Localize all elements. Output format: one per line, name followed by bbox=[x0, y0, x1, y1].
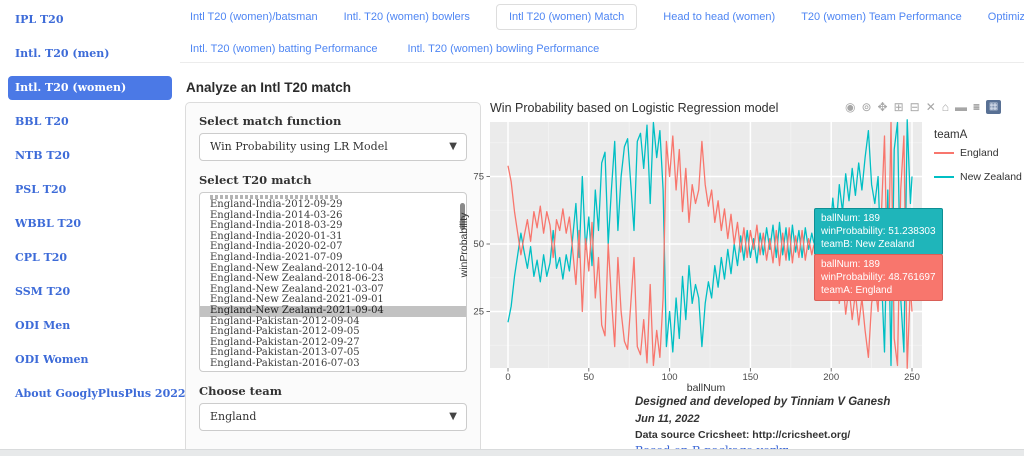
zoom-icon[interactable]: ⊚ bbox=[861, 100, 871, 114]
chart-title: Win Probability based on Logistic Regres… bbox=[490, 101, 778, 115]
x-tick-label: 250 bbox=[904, 372, 920, 383]
y-tick-label: 75 bbox=[473, 172, 484, 183]
plotly-toolbar: ◉ ⊚ ✥ ⊞ ⊟ ✕ ⌂ ▬ ≡ ▦ bbox=[845, 100, 1001, 114]
x-tick-label: 0 bbox=[505, 372, 510, 383]
tab-intl-t20-women-match[interactable]: Intl T20 (women) Match bbox=[496, 4, 637, 30]
x-tick-label: 150 bbox=[742, 372, 758, 383]
controls-panel: Select match function Win Probability us… bbox=[185, 102, 481, 456]
match-option[interactable]: England-Pakistan-2016-07-03 bbox=[200, 359, 466, 370]
sidebar-item-intl-t20-men-[interactable]: Intl. T20 (men) bbox=[8, 42, 172, 66]
x-tick-label: 50 bbox=[584, 372, 595, 383]
data-source-line: Data source Cricsheet: http://cricsheet.… bbox=[635, 429, 850, 441]
credit-line: Designed and developed by Tinniam V Gane… bbox=[635, 396, 890, 408]
tab-intl-t20-women-batting-performance[interactable]: Intl. T20 (women) batting Performance bbox=[190, 37, 378, 61]
match-option[interactable]: England-New Zealand-2021-09-04 bbox=[200, 306, 466, 317]
sidebar-item-cpl-t20[interactable]: CPL T20 bbox=[8, 246, 172, 270]
tooltip-winprob: winProbability: 48.761697 bbox=[821, 271, 936, 284]
team-select[interactable]: England ▼ bbox=[199, 403, 467, 431]
zoom-in-icon[interactable]: ⊞ bbox=[894, 100, 904, 114]
tabs-divider bbox=[180, 62, 1024, 63]
sidebar-item-ntb-t20[interactable]: NTB T20 bbox=[8, 144, 172, 168]
match-listbox[interactable]: England-India-2012-09-29 England-India-20… bbox=[199, 192, 467, 372]
x-tick-label: 100 bbox=[662, 372, 678, 383]
bottom-strip bbox=[0, 449, 1024, 456]
hover-tooltip-team-a: ballNum: 189 winProbability: 48.761697 t… bbox=[814, 254, 943, 301]
sidebar-item-ipl-t20[interactable]: IPL T20 bbox=[8, 8, 172, 32]
y-axis-label: winProbability bbox=[458, 212, 470, 279]
reset-axes-icon[interactable]: ⌂ bbox=[942, 100, 949, 114]
match-option[interactable]: England-India-2021-07-09 bbox=[200, 253, 466, 264]
x-tick-label: 200 bbox=[823, 372, 839, 383]
team-label: Choose team bbox=[199, 384, 467, 398]
legend-label: England bbox=[960, 147, 999, 159]
chevron-down-icon: ▼ bbox=[449, 404, 457, 430]
sidebar-item-wbbl-t20[interactable]: WBBL T20 bbox=[8, 212, 172, 236]
tooltip-ballnum: ballNum: 189 bbox=[821, 258, 936, 271]
y-tick-label: 50 bbox=[473, 239, 484, 250]
sidebar-nav: IPL T20 Intl. T20 (men) Intl. T20 (women) B… bbox=[0, 0, 180, 456]
app-root: IPL T20 Intl. T20 (men) Intl. T20 (women) B… bbox=[0, 0, 1024, 456]
tooltip-ballnum: ballNum: 189 bbox=[821, 212, 936, 225]
page-title: Analyze an Intl T20 match bbox=[186, 80, 351, 95]
legend-title: teamA bbox=[934, 129, 1022, 141]
tab-row-1: Intl T20 (women)/batsman Intl. T20 (women… bbox=[190, 4, 1024, 30]
match-function-select[interactable]: Win Probability using LR Model ▼ bbox=[199, 133, 467, 161]
sidebar-item-odi-women[interactable]: ODI Women bbox=[8, 348, 172, 372]
hover-tooltip-team-b: ballNum: 189 winProbability: 51.238303 t… bbox=[814, 208, 943, 255]
zoom-out-icon[interactable]: ⊟ bbox=[910, 100, 920, 114]
tab-intl-t20-women-batsman[interactable]: Intl T20 (women)/batsman bbox=[190, 5, 318, 29]
legend-item-england[interactable]: England bbox=[934, 147, 1022, 159]
tab-intl-t20-women-bowling-performance[interactable]: Intl. T20 (women) bowling Performance bbox=[408, 37, 600, 61]
tab-intl-t20-women-bowlers[interactable]: Intl. T20 (women) bowlers bbox=[344, 5, 470, 29]
team-value: England bbox=[210, 410, 256, 423]
sidebar-item-about-googlyplusplus-2022[interactable]: About GooglyPlusPlus 2022 bbox=[8, 382, 172, 406]
tab-head-to-head-women-[interactable]: Head to head (women) bbox=[663, 5, 775, 29]
legend-label: New Zealand bbox=[960, 171, 1022, 183]
hover-compare-icon[interactable]: ≡ bbox=[973, 100, 980, 114]
tab-t20-women-team-performance[interactable]: T20 (women) Team Performance bbox=[801, 5, 962, 29]
hover-closest-icon[interactable]: ▬ bbox=[955, 100, 967, 114]
clipped-list-row bbox=[210, 195, 340, 199]
sidebar-item-psl-t20[interactable]: PSL T20 bbox=[8, 178, 172, 202]
tab-row-2: Intl. T20 (women) batting Performance Int… bbox=[190, 37, 599, 61]
y-tick-label: 25 bbox=[473, 307, 484, 318]
x-axis-label: ballNum bbox=[687, 382, 726, 394]
tooltip-team: teamB: New Zealand bbox=[821, 238, 936, 251]
chart-legend: teamA England New Zealand bbox=[934, 129, 1022, 195]
sidebar-item-odi-men[interactable]: ODI Men bbox=[8, 314, 172, 338]
legend-item-new-zealand[interactable]: New Zealand bbox=[934, 171, 1022, 183]
autoscale-icon[interactable]: ✕ bbox=[926, 100, 936, 114]
plotly-logo-icon[interactable]: ▦ bbox=[986, 100, 1001, 114]
chevron-down-icon: ▼ bbox=[449, 134, 457, 160]
tab-optimization[interactable]: Optimization bbox=[988, 5, 1024, 29]
sidebar-item-intl-t20-women-[interactable]: Intl. T20 (women) bbox=[8, 76, 172, 100]
match-function-value: Win Probability using LR Model bbox=[210, 140, 388, 153]
match-list-label: Select T20 match bbox=[199, 173, 467, 187]
sidebar-item-ssm-t20[interactable]: SSM T20 bbox=[8, 280, 172, 304]
legend-line-swatch bbox=[934, 152, 954, 154]
legend-line-swatch bbox=[934, 176, 954, 178]
match-function-label: Select match function bbox=[199, 114, 467, 128]
legend-entries: England New Zealand bbox=[934, 147, 1022, 183]
match-option[interactable]: England-India-2012-09-29 bbox=[200, 200, 466, 211]
sidebar-item-bbl-t20[interactable]: BBL T20 bbox=[8, 110, 172, 134]
tooltip-winprob: winProbability: 51.238303 bbox=[821, 225, 936, 238]
pan-icon[interactable]: ✥ bbox=[878, 100, 888, 114]
camera-icon[interactable]: ◉ bbox=[845, 100, 855, 114]
tooltip-team: teamA: England bbox=[821, 284, 936, 297]
date-line: Jun 11, 2022 bbox=[635, 413, 700, 425]
match-items: England-India-2012-09-29 England-India-20… bbox=[200, 200, 466, 370]
